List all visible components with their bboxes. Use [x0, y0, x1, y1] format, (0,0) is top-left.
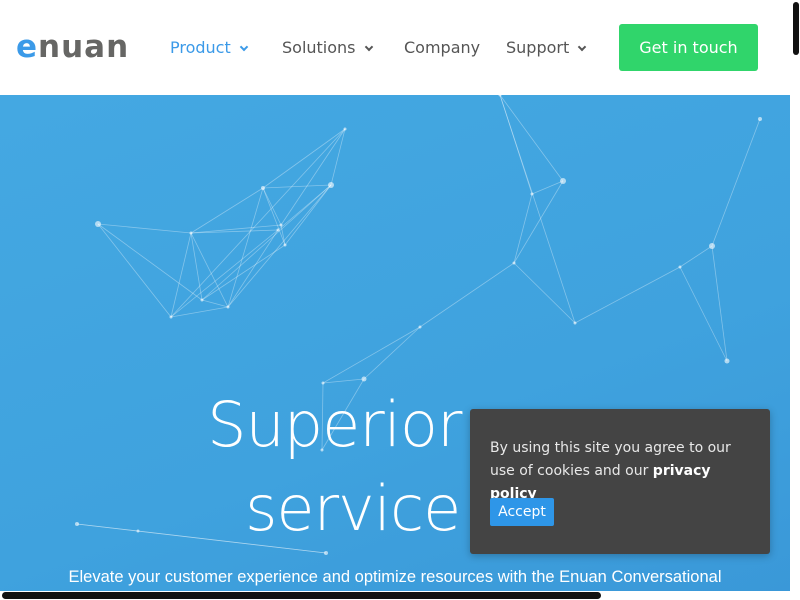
network-node [328, 182, 334, 188]
chevron-down-icon [239, 42, 248, 52]
network-node [169, 315, 173, 319]
network-line [227, 229, 279, 308]
network-line [97, 223, 192, 234]
network-node [189, 231, 193, 235]
network-line [679, 245, 713, 268]
network-line [513, 262, 576, 324]
network-node [678, 265, 682, 269]
network-line [97, 223, 203, 301]
network-line [262, 187, 282, 226]
network-line [513, 180, 564, 264]
network-line [322, 326, 421, 384]
horizontal-scrollbar[interactable] [0, 591, 790, 600]
network-node [724, 358, 730, 364]
network-line [262, 184, 332, 189]
network-line [227, 184, 332, 308]
network-node [200, 298, 204, 302]
network-line [284, 184, 332, 246]
chevron-down-icon [578, 42, 587, 52]
network-node [343, 127, 347, 131]
hero-subtitle: Elevate your customer experience and opt… [68, 568, 722, 586]
network-node [530, 192, 534, 196]
network-node [573, 321, 577, 325]
nav-item-support[interactable]: Support [506, 37, 587, 59]
network-node [758, 117, 762, 121]
nav-item-label: Support [506, 38, 570, 57]
network-line [190, 187, 264, 234]
nav-item-solutions[interactable]: Solutions [282, 37, 373, 59]
network-line [711, 118, 761, 247]
network-line [419, 262, 515, 328]
cookie-message: By using this site you agree to our use … [490, 437, 755, 506]
accept-cookies-button[interactable]: Accept [490, 498, 554, 526]
network-node [418, 325, 422, 329]
network-line [513, 193, 533, 264]
network-line [170, 229, 279, 318]
logo-wordmark: nuan [38, 29, 130, 65]
get-in-touch-button[interactable]: Get in touch [619, 24, 758, 71]
network-line [531, 180, 564, 195]
network-node [709, 243, 715, 249]
nav-item-company[interactable]: Company [404, 37, 480, 59]
nav-item-product[interactable]: Product [170, 37, 248, 59]
network-line [170, 128, 346, 318]
nav-item-label: Solutions [282, 38, 356, 57]
network-node [512, 261, 516, 265]
network-line [499, 95, 564, 182]
network-node [95, 221, 101, 227]
network-line [201, 184, 332, 301]
network-line [201, 299, 229, 308]
logo-letter-e: e [16, 29, 39, 65]
network-node [324, 551, 328, 555]
network-line [280, 128, 346, 226]
network-line [97, 223, 172, 318]
network-line [711, 245, 728, 362]
network-line [499, 95, 576, 324]
network-node [283, 243, 287, 247]
site-header: enuan Product Solutions Company Support … [0, 0, 790, 95]
network-line [170, 232, 192, 318]
network-line [679, 266, 728, 362]
chevron-down-icon [364, 42, 373, 52]
nav-item-label: Company [404, 38, 481, 57]
enuan-logo[interactable]: enuan [16, 30, 129, 64]
network-node [361, 376, 367, 382]
network-node [560, 178, 566, 184]
network-node [276, 228, 280, 232]
network-node [226, 305, 230, 309]
network-line [170, 306, 229, 318]
network-line [574, 266, 681, 324]
vertical-scrollbar[interactable] [792, 0, 800, 600]
vertical-scrollbar-thumb[interactable] [793, 2, 799, 55]
network-line [227, 187, 264, 308]
cookie-banner: By using this site you agree to our use … [470, 409, 770, 554]
network-line [363, 326, 421, 380]
network-node [261, 186, 265, 190]
network-node [279, 223, 283, 227]
horizontal-scrollbar-thumb[interactable] [2, 592, 601, 599]
nav-item-label: Product [170, 38, 231, 57]
